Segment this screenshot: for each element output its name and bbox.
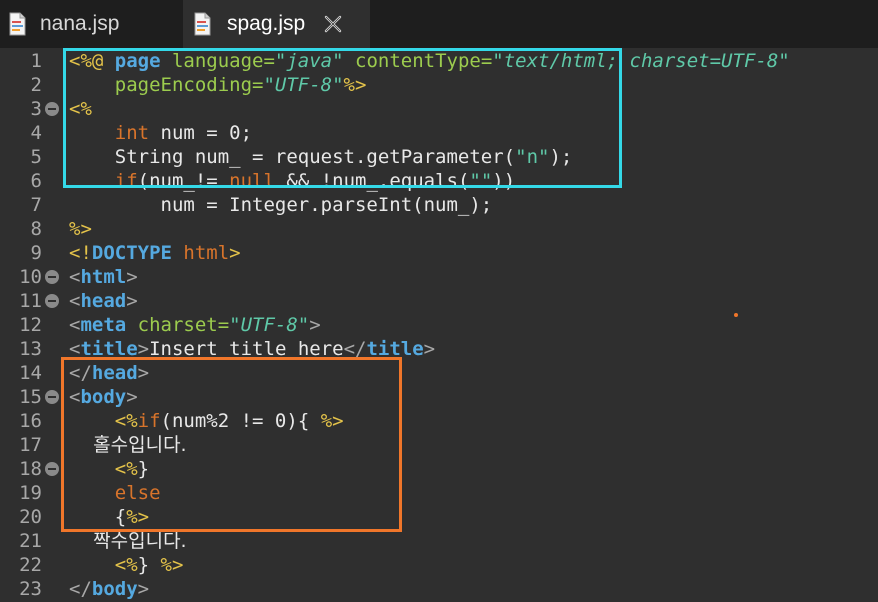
- code-text: %>: [69, 217, 92, 241]
- tab-label: nana.jsp: [40, 12, 120, 35]
- line-number: 6: [30, 170, 42, 192]
- code-line[interactable]: 10 <html>: [0, 265, 878, 289]
- line-number: 1: [30, 50, 42, 72]
- line-number: 22: [19, 554, 42, 576]
- code-text: <html>: [69, 265, 138, 289]
- tab-spag-jsp[interactable]: spag.jsp: [183, 0, 370, 48]
- line-number: 5: [30, 146, 42, 168]
- code-token: >: [137, 578, 150, 600]
- code-text: <meta charset="UTF-8">: [69, 313, 321, 337]
- fold-collapse-icon[interactable]: [45, 390, 59, 404]
- line-number: 7: [30, 194, 42, 216]
- jsp-file-icon: [194, 12, 211, 36]
- code-line[interactable]: 23 </body>: [0, 577, 878, 601]
- line-number: 23: [19, 578, 42, 600]
- line-number: 13: [19, 338, 42, 360]
- code-text: </body>: [69, 577, 149, 601]
- line-number: 21: [19, 530, 42, 552]
- line-number: 9: [30, 242, 42, 264]
- code-line[interactable]: 8 %>: [0, 217, 878, 241]
- code-token: "UTF-8": [229, 314, 310, 336]
- code-token: <: [69, 266, 81, 288]
- code-line[interactable]: 11 <head>: [0, 289, 878, 313]
- code-token: <: [69, 290, 81, 312]
- code-token: >: [229, 242, 241, 264]
- line-number: 3: [30, 98, 42, 120]
- tab-label: spag.jsp: [227, 12, 306, 35]
- code-token: }: [137, 554, 161, 576]
- line-number: 8: [30, 218, 42, 240]
- code-token: <: [69, 314, 81, 336]
- code-token: 짝수입니다.: [69, 530, 187, 552]
- code-token: <%: [114, 554, 138, 576]
- code-line[interactable]: 7 num = Integer.parseInt(num_);: [0, 193, 878, 217]
- jsp-file-icon: [9, 12, 26, 36]
- code-token: meta: [80, 314, 127, 336]
- line-number: 11: [19, 290, 42, 312]
- code-token: html: [80, 266, 127, 288]
- line-number: 10: [19, 266, 42, 288]
- code-token: </: [69, 578, 92, 600]
- code-token: %>: [69, 218, 92, 240]
- line-number: 14: [19, 362, 42, 384]
- line-number: 19: [19, 482, 42, 504]
- tab-nana-jsp[interactable]: nana.jsp: [0, 0, 183, 48]
- code-line[interactable]: 12 <meta charset="UTF-8">: [0, 313, 878, 337]
- fold-collapse-icon[interactable]: [45, 102, 59, 116]
- code-token: >: [126, 290, 138, 312]
- annotation-dot: [734, 313, 738, 317]
- fold-collapse-icon[interactable]: [45, 462, 59, 476]
- line-number: 16: [19, 410, 42, 432]
- code-text: <!DOCTYPE html>: [69, 241, 241, 265]
- line-number: 2: [30, 74, 42, 96]
- code-token: DOCTYPE: [91, 242, 172, 264]
- code-token: >: [423, 338, 436, 360]
- code-line[interactable]: 9 <!DOCTYPE html>: [0, 241, 878, 265]
- line-number: 12: [19, 314, 42, 336]
- code-line[interactable]: 21 짝수입니다.: [0, 529, 878, 553]
- code-token: >: [126, 266, 138, 288]
- code-token: head: [80, 290, 127, 312]
- highlight-box-scriptlet: [63, 48, 622, 188]
- code-token: charset=: [126, 314, 230, 336]
- code-line[interactable]: 22 <%} %>: [0, 553, 878, 577]
- line-number: 20: [19, 506, 42, 528]
- code-token: html: [171, 242, 230, 264]
- fold-collapse-icon[interactable]: [45, 294, 59, 308]
- highlight-box-body: [61, 357, 402, 532]
- line-number: 4: [30, 122, 42, 144]
- close-icon[interactable]: [323, 14, 343, 34]
- fold-collapse-icon[interactable]: [45, 270, 59, 284]
- code-text: <%} %>: [69, 553, 184, 577]
- code-token: <!: [69, 242, 92, 264]
- code-token: >: [309, 314, 321, 336]
- code-text: <head>: [69, 289, 138, 313]
- code-token: body: [91, 578, 138, 600]
- code-token: num = Integer.parseInt(num_);: [69, 194, 493, 216]
- code-text: 짝수입니다.: [69, 529, 187, 553]
- line-number: 17: [19, 434, 42, 456]
- line-number: 15: [19, 386, 42, 408]
- code-token: %>: [160, 554, 184, 576]
- code-text: num = Integer.parseInt(num_);: [69, 193, 493, 217]
- line-number: 18: [19, 458, 42, 480]
- editor-tab-bar: nana.jsp spag.jsp: [0, 0, 878, 48]
